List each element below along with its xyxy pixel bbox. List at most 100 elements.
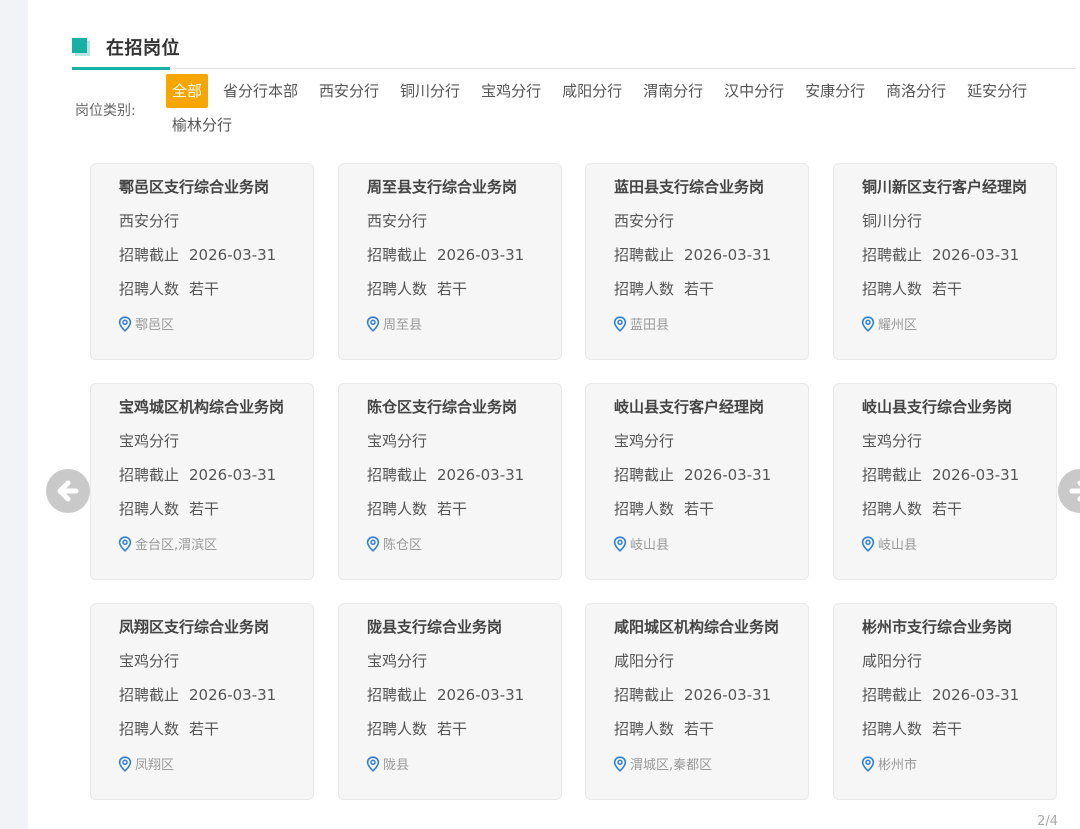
job-headcount: 招聘人数 若干 bbox=[119, 718, 219, 739]
deadline-label: 招聘截止 bbox=[862, 246, 923, 264]
filter-item[interactable]: 汉中分行 bbox=[718, 74, 790, 108]
headcount-label: 招聘人数 bbox=[614, 500, 675, 518]
job-headcount: 招聘人数 若干 bbox=[367, 498, 467, 519]
deadline-value: 2026-03-31 bbox=[437, 686, 525, 704]
headcount-label: 招聘人数 bbox=[119, 720, 180, 738]
job-deadline: 招聘截止 2026-03-31 bbox=[119, 244, 276, 265]
job-branch: 咸阳分行 bbox=[862, 652, 923, 670]
job-branch: 宝鸡分行 bbox=[862, 432, 923, 450]
location-text: 岐山县 bbox=[878, 538, 918, 553]
location-pin-icon bbox=[861, 535, 875, 552]
job-location: 彬州市 bbox=[861, 754, 917, 773]
section-title: 在招岗位 bbox=[106, 38, 180, 59]
job-headcount: 招聘人数 若干 bbox=[367, 278, 467, 299]
headcount-label: 招聘人数 bbox=[367, 500, 428, 518]
filter-item[interactable]: 西安分行 bbox=[313, 74, 385, 108]
next-page-button[interactable] bbox=[1058, 469, 1080, 513]
headcount-label: 招聘人数 bbox=[367, 280, 428, 298]
location-pin-icon bbox=[613, 315, 627, 332]
location-pin-icon bbox=[861, 755, 875, 772]
job-branch: 铜川分行 bbox=[862, 212, 923, 230]
job-headcount: 招聘人数 若干 bbox=[367, 718, 467, 739]
job-deadline: 招聘截止 2026-03-31 bbox=[367, 684, 524, 705]
deadline-value: 2026-03-31 bbox=[932, 246, 1020, 264]
filter-item[interactable]: 全部 bbox=[166, 74, 209, 108]
section-square-icon bbox=[72, 38, 87, 53]
deadline-value: 2026-03-31 bbox=[684, 466, 772, 484]
job-card[interactable]: 宝鸡城区机构综合业务岗 宝鸡分行 招聘截止 2026-03-31 招聘人数 若干 金台区,渭… bbox=[90, 383, 314, 580]
job-card[interactable]: 陇县支行综合业务岗 宝鸡分行 招聘截止 2026-03-31 招聘人数 若干 陇县 bbox=[338, 603, 562, 800]
job-title: 铜川新区支行客户经理岗 bbox=[862, 178, 1028, 196]
deadline-value: 2026-03-31 bbox=[932, 466, 1020, 484]
deadline-label: 招聘截止 bbox=[614, 466, 675, 484]
headcount-label: 招聘人数 bbox=[119, 280, 180, 298]
job-location: 岐山县 bbox=[613, 534, 669, 553]
headcount-label: 招聘人数 bbox=[862, 280, 923, 298]
job-deadline: 招聘截止 2026-03-31 bbox=[367, 464, 524, 485]
job-card[interactable]: 周至县支行综合业务岗 西安分行 招聘截止 2026-03-31 招聘人数 若干 周至县 bbox=[338, 163, 562, 360]
deadline-label: 招聘截止 bbox=[367, 686, 428, 704]
job-card[interactable]: 鄠邑区支行综合业务岗 西安分行 招聘截止 2026-03-31 招聘人数 若干 鄠邑区 bbox=[90, 163, 314, 360]
prev-page-button[interactable] bbox=[46, 469, 90, 513]
filter-item[interactable]: 咸阳分行 bbox=[556, 74, 628, 108]
job-deadline: 招聘截止 2026-03-31 bbox=[119, 464, 276, 485]
headcount-value: 若干 bbox=[189, 500, 220, 518]
location-text: 金台区,渭滨区 bbox=[135, 538, 218, 553]
deadline-label: 招聘截止 bbox=[862, 466, 923, 484]
filter-item[interactable]: 省分行本部 bbox=[217, 74, 304, 108]
location-pin-icon bbox=[613, 535, 627, 552]
job-deadline: 招聘截止 2026-03-31 bbox=[862, 684, 1019, 705]
job-title: 鄠邑区支行综合业务岗 bbox=[119, 178, 270, 196]
job-title: 凤翔区支行综合业务岗 bbox=[119, 618, 270, 636]
job-location: 岐山县 bbox=[861, 534, 917, 553]
job-card[interactable]: 铜川新区支行客户经理岗 铜川分行 招聘截止 2026-03-31 招聘人数 若干 耀州区 bbox=[833, 163, 1057, 360]
job-branch: 宝鸡分行 bbox=[119, 652, 180, 670]
deadline-value: 2026-03-31 bbox=[189, 246, 277, 264]
filter-item[interactable]: 商洛分行 bbox=[880, 74, 952, 108]
job-branch: 宝鸡分行 bbox=[119, 432, 180, 450]
deadline-value: 2026-03-31 bbox=[437, 466, 525, 484]
location-pin-icon bbox=[118, 535, 132, 552]
job-location: 陇县 bbox=[366, 754, 409, 773]
deadline-value: 2026-03-31 bbox=[437, 246, 525, 264]
job-card[interactable]: 咸阳城区机构综合业务岗 咸阳分行 招聘截止 2026-03-31 招聘人数 若干 渭城区,秦… bbox=[585, 603, 809, 800]
location-text: 陇县 bbox=[383, 758, 410, 773]
job-title: 岐山县支行客户经理岗 bbox=[614, 398, 765, 416]
location-text: 陈仓区 bbox=[383, 538, 423, 553]
job-card[interactable]: 彬州市支行综合业务岗 咸阳分行 招聘截止 2026-03-31 招聘人数 若干 彬州市 bbox=[833, 603, 1057, 800]
filter-item[interactable]: 安康分行 bbox=[799, 74, 871, 108]
location-pin-icon bbox=[366, 535, 380, 552]
job-deadline: 招聘截止 2026-03-31 bbox=[614, 684, 771, 705]
filter-item[interactable]: 铜川分行 bbox=[394, 74, 466, 108]
section-header: 在招岗位 bbox=[72, 30, 1076, 70]
job-card[interactable]: 凤翔区支行综合业务岗 宝鸡分行 招聘截止 2026-03-31 招聘人数 若干 凤翔区 bbox=[90, 603, 314, 800]
job-headcount: 招聘人数 若干 bbox=[119, 278, 219, 299]
job-location: 蓝田县 bbox=[613, 314, 669, 333]
job-branch: 咸阳分行 bbox=[614, 652, 675, 670]
job-branch: 宝鸡分行 bbox=[614, 432, 675, 450]
job-card[interactable]: 陈仓区支行综合业务岗 宝鸡分行 招聘截止 2026-03-31 招聘人数 若干 陈仓区 bbox=[338, 383, 562, 580]
job-headcount: 招聘人数 若干 bbox=[862, 498, 962, 519]
headcount-label: 招聘人数 bbox=[119, 500, 180, 518]
job-location: 金台区,渭滨区 bbox=[118, 534, 217, 553]
job-card[interactable]: 岐山县支行综合业务岗 宝鸡分行 招聘截止 2026-03-31 招聘人数 若干 岐山县 bbox=[833, 383, 1057, 580]
filter-item[interactable]: 延安分行 bbox=[961, 74, 1033, 108]
job-card[interactable]: 蓝田县支行综合业务岗 西安分行 招聘截止 2026-03-31 招聘人数 若干 蓝田县 bbox=[585, 163, 809, 360]
location-pin-icon bbox=[613, 755, 627, 772]
filter-item[interactable]: 渭南分行 bbox=[637, 74, 709, 108]
filter-item[interactable]: 榆林分行 bbox=[166, 108, 238, 142]
job-branch: 西安分行 bbox=[119, 212, 180, 230]
location-pin-icon bbox=[118, 755, 132, 772]
deadline-value: 2026-03-31 bbox=[684, 686, 772, 704]
job-deadline: 招聘截止 2026-03-31 bbox=[862, 244, 1019, 265]
job-title: 彬州市支行综合业务岗 bbox=[862, 618, 1013, 636]
job-deadline: 招聘截止 2026-03-31 bbox=[367, 244, 524, 265]
job-card[interactable]: 岐山县支行客户经理岗 宝鸡分行 招聘截止 2026-03-31 招聘人数 若干 岐山县 bbox=[585, 383, 809, 580]
filter-item[interactable]: 宝鸡分行 bbox=[475, 74, 547, 108]
headcount-value: 若干 bbox=[189, 720, 220, 738]
job-branch: 宝鸡分行 bbox=[367, 432, 428, 450]
location-pin-icon bbox=[861, 315, 875, 332]
headcount-label: 招聘人数 bbox=[614, 720, 675, 738]
deadline-label: 招聘截止 bbox=[119, 246, 180, 264]
location-text: 周至县 bbox=[383, 318, 423, 333]
